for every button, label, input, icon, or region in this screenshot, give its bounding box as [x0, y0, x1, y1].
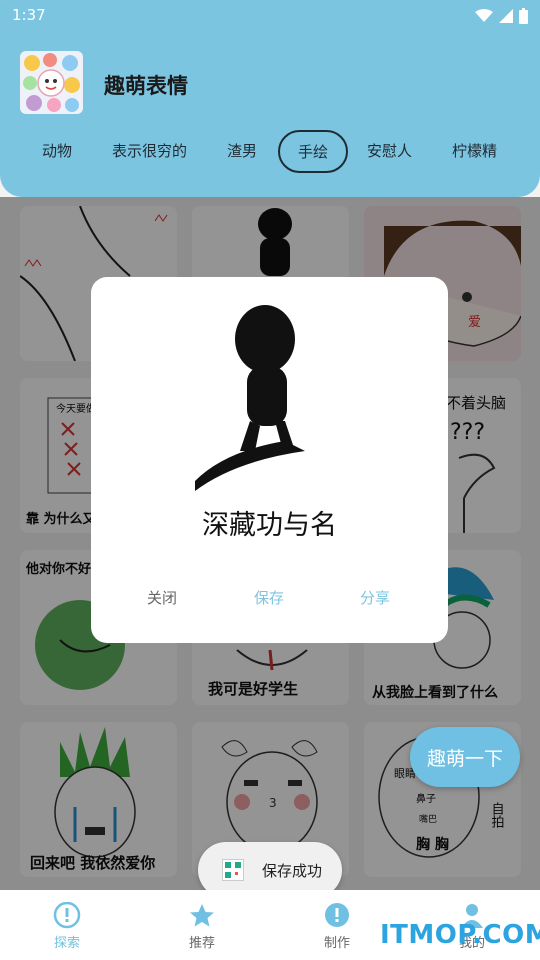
nav-label: 推荐 — [188, 936, 215, 951]
sticker-preview — [195, 305, 305, 491]
nav-create[interactable]: 制作 — [307, 902, 367, 951]
random-sticker-button[interactable]: 趣萌一下 — [410, 727, 520, 787]
toast-text: 保存成功 — [262, 862, 323, 880]
status-icons — [475, 8, 528, 24]
close-button[interactable]: 关闭 — [147, 587, 177, 608]
tab-broke[interactable]: 表示很穷的 — [112, 140, 187, 161]
battery-icon — [519, 8, 528, 24]
nav-recommend[interactable]: 推荐 — [172, 902, 232, 951]
watermark: ITMOP.COM — [380, 920, 540, 950]
status-bar: 1:37 — [0, 0, 540, 32]
app-header: 趣萌表情 | 动物 表示很穷的 渣男 手绘 安慰人 柠檬精 — [0, 32, 540, 197]
nav-explore[interactable]: 探索 — [37, 902, 97, 951]
dialog-title: 深藏功与名 — [202, 510, 337, 541]
app-logo — [20, 51, 83, 114]
nav-label: 制作 — [323, 936, 350, 951]
qr-code-icon — [222, 859, 244, 881]
wifi-icon — [475, 9, 493, 22]
share-button[interactable]: 分享 — [360, 587, 390, 608]
status-time: 1:37 — [12, 6, 46, 24]
tab-hand-drawn[interactable]: 手绘 — [278, 130, 349, 173]
tab-comfort[interactable]: 安慰人 — [367, 140, 412, 161]
tab-scumbag[interactable]: 渣男 — [227, 140, 257, 161]
info-icon — [325, 903, 349, 927]
app-title: 趣萌表情 — [104, 74, 188, 98]
sticker-dialog: 深藏功与名 关闭 保存 分享 — [91, 277, 448, 643]
save-button[interactable]: 保存 — [254, 587, 284, 608]
dialog-actions: 关闭 保存 分享 — [91, 587, 448, 611]
signal-icon — [499, 9, 513, 23]
tab-animals[interactable]: 动物 — [42, 140, 72, 161]
category-tabs: | 动物 表示很穷的 渣男 手绘 安慰人 柠檬精 — [0, 128, 540, 178]
star-icon — [190, 904, 214, 927]
info-icon — [53, 902, 81, 929]
tab-lemon[interactable]: 柠檬精 — [452, 140, 497, 161]
nav-label: 探索 — [53, 936, 80, 951]
